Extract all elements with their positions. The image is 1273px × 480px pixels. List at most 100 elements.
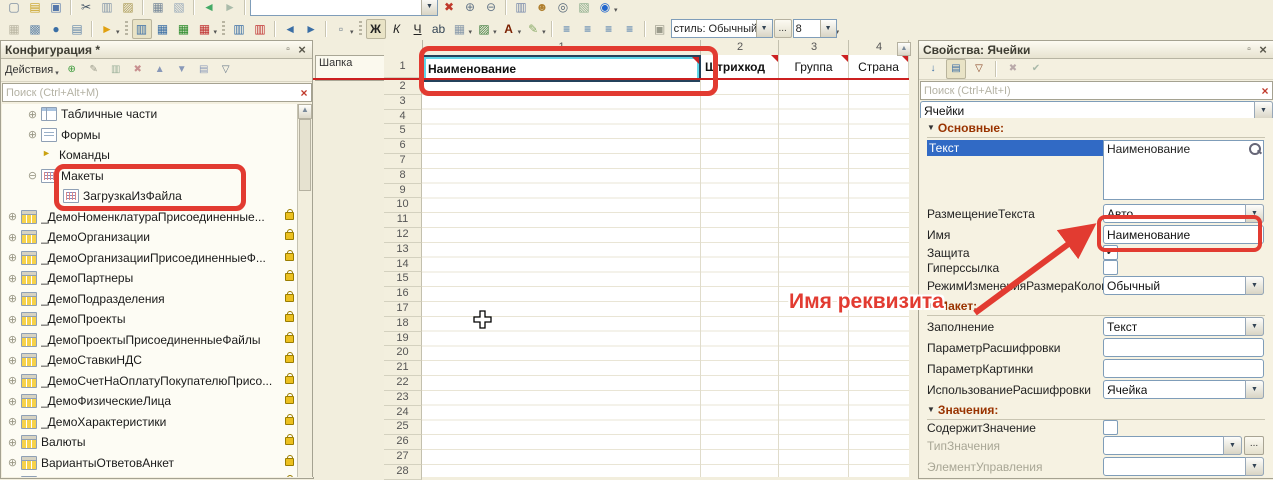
chevron-down-icon[interactable]: ▼ xyxy=(820,20,836,37)
chevron-down-icon[interactable]: ▼ xyxy=(1245,317,1264,336)
chevron-down-icon[interactable]: ▼ xyxy=(421,0,437,15)
merge-cells-icon[interactable]: ▥ xyxy=(229,19,249,39)
row-header[interactable]: 25 xyxy=(384,420,422,435)
row-header[interactable]: 28 xyxy=(384,465,422,480)
undo-icon[interactable]: ◄ xyxy=(199,0,219,17)
row-header[interactable]: 13 xyxy=(384,243,422,258)
tree-item[interactable]: ⊕_ДемоОрганизацииПрисоединенныеФ... xyxy=(2,248,312,269)
property-value-field[interactable]: ▼ xyxy=(1103,436,1242,455)
fill-color-icon[interactable]: ▨ xyxy=(474,19,494,39)
section-header[interactable]: ▼Макет: xyxy=(927,296,1265,316)
discard-icon[interactable]: ✖ xyxy=(1003,59,1023,79)
tree-item[interactable]: Команды xyxy=(2,145,312,166)
section-header[interactable]: ▼Значения: xyxy=(927,400,1265,420)
expand-icon[interactable]: ⊕ xyxy=(26,128,39,141)
align-center-icon[interactable]: ≡ xyxy=(578,19,598,39)
paste-icon[interactable]: ▨ xyxy=(118,0,138,17)
print-icon[interactable]: ▦ xyxy=(148,0,168,17)
copy-item-icon[interactable]: ▥ xyxy=(106,60,126,80)
column-header[interactable]: 1 xyxy=(558,41,564,53)
tree-item[interactable]: ⊕ВариантыОтчетов xyxy=(2,473,312,477)
row-header[interactable]: 5 xyxy=(384,124,422,139)
tree-item[interactable]: ⊕_ДемоПартнеры xyxy=(2,268,312,289)
cell-properties-icon[interactable]: ▦ xyxy=(4,19,24,39)
expand-icon[interactable]: ⊕ xyxy=(6,456,19,469)
props-filter-icon[interactable]: ▽ xyxy=(969,59,989,79)
row-header[interactable]: 23 xyxy=(384,391,422,406)
row-header[interactable]: 10 xyxy=(384,198,422,213)
show-headers-icon[interactable]: ▥ xyxy=(132,19,152,39)
list-icon[interactable]: ▤ xyxy=(194,60,214,80)
row-header[interactable]: 18 xyxy=(384,317,422,332)
data-source-icon[interactable]: ● xyxy=(46,19,66,39)
italic-icon[interactable]: К xyxy=(387,19,407,39)
row-header[interactable]: 17 xyxy=(384,302,422,317)
row-header[interactable]: 16 xyxy=(384,287,422,302)
category-view-icon[interactable]: ▤ xyxy=(946,59,966,79)
property-value-multiline[interactable]: Наименование xyxy=(1103,140,1264,200)
find-combo[interactable]: ▼ xyxy=(250,0,438,16)
sort-az-icon[interactable]: ↓ xyxy=(923,59,943,79)
grid-body[interactable] xyxy=(422,80,909,477)
chevron-down-icon[interactable]: ▾ xyxy=(518,28,522,36)
toolbar-drag-handle[interactable] xyxy=(125,21,128,37)
row-header[interactable]: 22 xyxy=(384,376,422,391)
property-value-field[interactable]: ▼ xyxy=(1103,457,1264,476)
chevron-down-icon[interactable]: ▼ xyxy=(1245,380,1264,399)
chevron-down-icon[interactable]: ▼ xyxy=(1245,204,1264,223)
properties-search-box[interactable]: Поиск (Ctrl+Alt+I) × xyxy=(920,81,1273,100)
align-justify-icon[interactable]: ≡ xyxy=(620,19,640,39)
config-search-box[interactable]: Поиск (Ctrl+Alt+M) × xyxy=(2,83,312,102)
move-up-icon[interactable]: ▲ xyxy=(150,60,170,80)
row-header[interactable]: 15 xyxy=(384,272,422,287)
config-tree-scrollbar[interactable]: ▲ xyxy=(297,104,312,477)
checkbox[interactable]: ✔ xyxy=(1103,245,1118,260)
chevron-down-icon[interactable]: ▾ xyxy=(493,28,497,36)
show-grid-icon[interactable]: ▦ xyxy=(153,19,173,39)
property-value-field[interactable]: Текст▼ xyxy=(1103,317,1264,336)
font-color-icon[interactable]: A xyxy=(499,19,519,39)
print-preview-icon[interactable]: ▧ xyxy=(169,0,189,17)
row-header[interactable]: 9 xyxy=(384,184,422,199)
header-cell-4[interactable]: Страна xyxy=(849,55,909,78)
move-down-icon[interactable]: ▼ xyxy=(172,60,192,80)
tree-item[interactable]: ⊕_ДемоСтавкиНДС xyxy=(2,350,312,371)
align-left-icon[interactable]: ≡ xyxy=(557,19,577,39)
new-file-icon[interactable]: ▢ xyxy=(4,0,24,17)
column-header[interactable]: 2 xyxy=(737,41,743,53)
config-search-clear-icon[interactable]: × xyxy=(297,86,311,100)
expand-icon[interactable]: ⊕ xyxy=(6,272,19,285)
section-header[interactable]: ▼Основные: xyxy=(927,118,1265,138)
edit-icon[interactable]: ✎ xyxy=(84,60,104,80)
tree-item[interactable]: ⊕_ДемоПроектыПрисоединенныеФайлы xyxy=(2,330,312,351)
chevron-down-icon[interactable]: ▼ xyxy=(1245,457,1264,476)
tree-item[interactable]: ⊖Макеты xyxy=(2,166,312,187)
row-header[interactable]: 12 xyxy=(384,228,422,243)
redo-icon[interactable]: ► xyxy=(220,0,240,17)
chevron-down-icon[interactable]: ▾ xyxy=(469,28,473,36)
delete-row-icon[interactable]: ▦ xyxy=(195,19,215,39)
add-icon[interactable]: ⊕ xyxy=(62,60,82,80)
cut-icon[interactable]: ✂ xyxy=(76,0,96,17)
clear-find-icon[interactable]: ✖ xyxy=(439,0,459,17)
actions-menu-button[interactable]: Действия xyxy=(5,64,53,76)
expand-icon[interactable]: ⊕ xyxy=(6,251,19,264)
font-size-combo[interactable]: 8▼ xyxy=(793,19,837,38)
expand-icon[interactable]: ⊕ xyxy=(6,292,19,305)
row-header[interactable]: 14 xyxy=(384,258,422,273)
chevron-down-icon[interactable]: ▼ xyxy=(1223,436,1242,455)
tree-item[interactable]: ⊕Формы xyxy=(2,125,312,146)
checkbox[interactable] xyxy=(1103,420,1118,435)
highlight-color-icon[interactable]: ✎ xyxy=(523,19,543,39)
zoom-out-icon[interactable]: ⊖ xyxy=(481,0,501,17)
row-header[interactable]: 27 xyxy=(384,450,422,465)
row-header[interactable]: 11 xyxy=(384,213,422,228)
ellipsis-button[interactable]: ... xyxy=(1244,436,1264,455)
toolbar-drag-handle[interactable] xyxy=(359,21,362,37)
checkbox[interactable] xyxy=(1103,260,1118,275)
row-header[interactable]: 3 xyxy=(384,95,422,110)
property-value-field[interactable]: Наименование xyxy=(1103,225,1264,244)
borders-icon[interactable]: ▦ xyxy=(450,19,470,39)
chevron-down-icon[interactable]: ▾ xyxy=(350,28,354,36)
global-search-icon[interactable]: ◎ xyxy=(553,0,573,17)
